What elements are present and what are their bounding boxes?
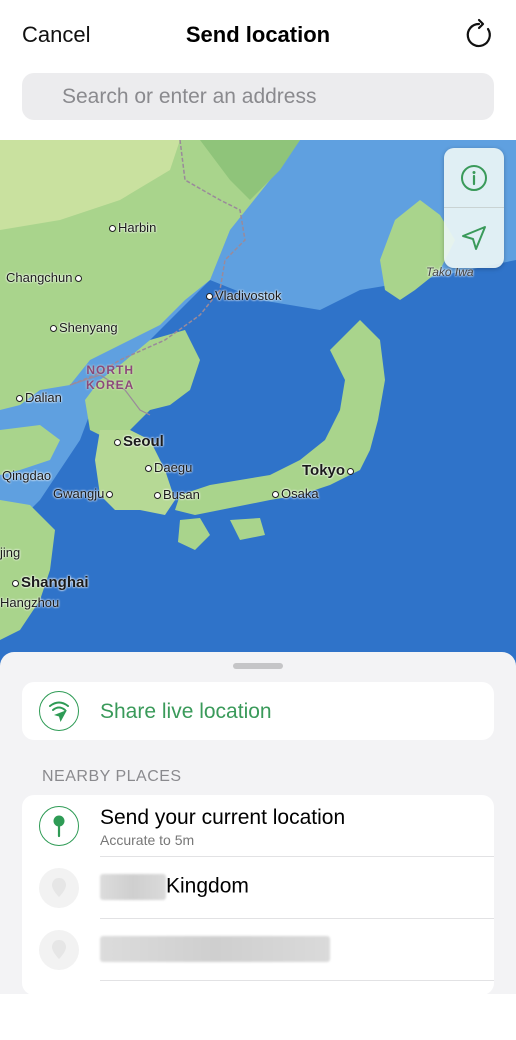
map-label-hangzhou: Hangzhou	[0, 595, 60, 610]
redacted-text	[100, 874, 166, 900]
place-icon-wrap	[39, 868, 79, 908]
city-dot-icon	[106, 491, 114, 499]
location-arrow-icon	[462, 226, 486, 250]
place-pin-icon	[52, 878, 66, 897]
refresh-icon	[466, 18, 491, 48]
bottom-sheet: Share live location NEARBY PLACES Send y…	[0, 652, 516, 995]
nearby-place-name: Kingdom	[100, 874, 249, 900]
nearby-place-row[interactable]	[22, 919, 494, 981]
map-view[interactable]: Harbin Changchun Vladivostok Shenyang NO…	[0, 140, 516, 670]
city-dot-icon	[272, 491, 279, 499]
city-dot-icon	[50, 325, 57, 333]
map-label-busan: Busan	[152, 487, 200, 502]
map-label-shenyang: Shenyang	[48, 320, 118, 335]
city-dot-icon	[154, 492, 161, 500]
city-dot-icon	[74, 275, 82, 283]
navigation-bar: Cancel Send location	[0, 0, 516, 72]
redacted-text	[100, 936, 330, 962]
sheet-grabber[interactable]	[233, 663, 283, 669]
refresh-button[interactable]	[462, 18, 496, 52]
cancel-button[interactable]: Cancel	[22, 22, 90, 48]
map-info-button[interactable]	[444, 148, 504, 208]
city-dot-icon	[145, 465, 152, 473]
map-label-vladivostok: Vladivostok	[204, 288, 281, 303]
city-dot-icon	[114, 438, 121, 446]
place-pin-icon	[52, 940, 66, 959]
search-input[interactable]	[22, 73, 494, 120]
live-location-icon	[49, 701, 69, 722]
live-location-icon-wrap	[39, 691, 79, 731]
current-location-accuracy: Accurate to 5m	[100, 832, 195, 848]
nearby-place-name-redacted	[100, 936, 330, 962]
nearby-place-row[interactable]: Kingdom	[22, 857, 494, 919]
map-label-jing: jing	[0, 545, 21, 560]
share-live-location-label: Share live location	[100, 700, 272, 723]
map-label-changchun: Changchun	[6, 270, 84, 285]
map-label-gwangju: Gwangju	[53, 486, 115, 501]
row-divider	[100, 980, 494, 981]
map-label-tokyo: Tokyo	[302, 462, 356, 479]
city-dot-icon	[109, 225, 116, 233]
nearby-places-list: Send your current location Accurate to 5…	[22, 795, 494, 995]
map-label-osaka: Osaka	[270, 486, 319, 501]
map-label-north-korea: NORTH KOREA	[86, 363, 135, 392]
info-icon	[461, 165, 487, 191]
pin-icon-wrap	[39, 806, 79, 846]
send-current-location-row[interactable]: Send your current location Accurate to 5…	[22, 795, 494, 857]
map-label-daegu: Daegu	[143, 460, 192, 475]
share-live-location-button[interactable]: Share live location	[22, 682, 494, 740]
current-location-title: Send your current location	[100, 806, 346, 829]
map-label-qingdao: Qingdao	[2, 468, 52, 483]
map-pin-icon	[53, 815, 65, 838]
city-dot-icon	[12, 579, 19, 587]
city-dot-icon	[16, 395, 23, 403]
nearby-places-heading: NEARBY PLACES	[42, 768, 182, 785]
map-controls	[444, 148, 504, 268]
map-label-harbin: Harbin	[107, 220, 156, 235]
map-label-shanghai: Shanghai	[10, 574, 89, 591]
place-icon-wrap	[39, 930, 79, 970]
city-dot-icon	[206, 293, 213, 301]
locate-me-button[interactable]	[444, 208, 504, 268]
city-dot-icon	[347, 467, 355, 475]
map-label-dalian: Dalian	[14, 390, 62, 405]
map-label-seoul: Seoul	[112, 433, 164, 450]
